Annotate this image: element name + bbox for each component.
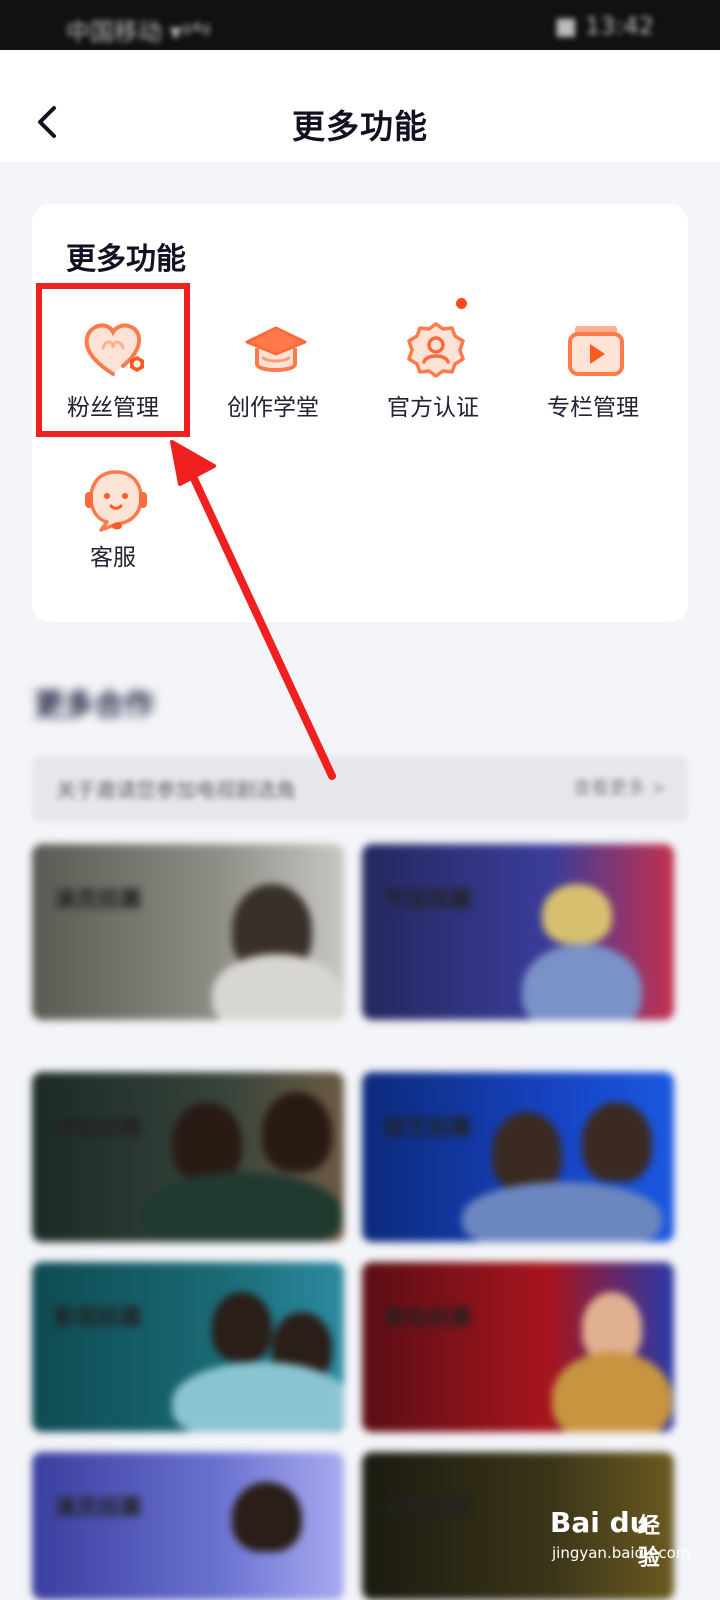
customer-service-icon (85, 470, 147, 532)
graduation-cap-icon (245, 326, 307, 372)
thumbnail-label: 角色招募 (384, 1306, 473, 1331)
search-placeholder: 关于邀请您参加电视剧选角 (56, 778, 296, 802)
thumbnail-card[interactable]: 剧组招募 (32, 1072, 344, 1242)
status-bar: 中国移动 ▾ᵍ⁴ᵍ ■ 13:42 (0, 0, 720, 50)
thumbnail-label: 剧组招募 (54, 1116, 143, 1141)
official-verification-label: 官方认证 (387, 395, 479, 421)
fans-management-label: 粉丝管理 (67, 395, 159, 421)
verified-badge-icon (407, 322, 465, 378)
official-verification-item[interactable]: 官方认证 (358, 298, 508, 440)
customer-service-label: 客服 (90, 545, 136, 571)
more-functions-card: 更多功能 粉丝管理 创作学堂 官方认证 专栏管理 客服 (32, 204, 688, 622)
watermark-brand: Bai du (550, 1506, 650, 1539)
thumbnail-card[interactable]: 综艺招募 (362, 1072, 674, 1242)
heart-gear-icon (84, 323, 144, 376)
customer-service-item[interactable]: 客服 (38, 450, 188, 590)
cooperation-section-title: 更多合作 (34, 688, 154, 723)
thumbnail-card[interactable]: 角色招募 (362, 1262, 674, 1432)
thumbnail-label: 影视招募 (54, 1306, 143, 1331)
watermark-cn: 经验 (638, 1514, 661, 1571)
column-management-item[interactable]: 专栏管理 (518, 300, 668, 440)
thumbnail-card[interactable]: 影视招募 (32, 1262, 344, 1432)
thumbnail-label: 节目招募 (384, 888, 473, 913)
card-title: 更多功能 (66, 242, 186, 277)
watermark-url: jingyan.baidu.com (552, 1544, 691, 1562)
thumbnail-label: 剧组招募 (384, 1496, 473, 1521)
thumbnail-card[interactable]: 演员招募 (32, 844, 344, 1020)
creator-academy-label: 创作学堂 (227, 395, 319, 421)
baidu-jingyan-watermark: Bai du 经验 jingyan.baidu.com (550, 1500, 690, 1571)
play-album-icon (568, 326, 624, 376)
thumbnail-label: 演员招募 (54, 1496, 143, 1521)
view-more-link[interactable]: 查看更多 > (573, 774, 666, 800)
status-time: ■ 13:42 (554, 12, 654, 40)
carrier-text: 中国移动 ▾ᵍ⁴ᵍ (66, 18, 211, 46)
thumbnail-label: 演员招募 (54, 888, 143, 913)
top-header: 更多功能 (0, 50, 720, 162)
cooperation-search-bar[interactable]: 关于邀请您参加电视剧选角 查看更多 > (32, 756, 688, 822)
column-management-label: 专栏管理 (547, 395, 639, 421)
thumbnail-card[interactable]: 节目招募 (362, 844, 674, 1020)
thumbnail-label: 综艺招募 (384, 1116, 473, 1141)
creator-academy-item[interactable]: 创作学堂 (198, 300, 348, 440)
page-title: 更多功能 (292, 107, 428, 146)
notification-dot (456, 298, 467, 309)
fans-management-item[interactable]: 粉丝管理 (38, 300, 188, 440)
thumbnail-card[interactable]: 演员招募 (32, 1452, 344, 1600)
